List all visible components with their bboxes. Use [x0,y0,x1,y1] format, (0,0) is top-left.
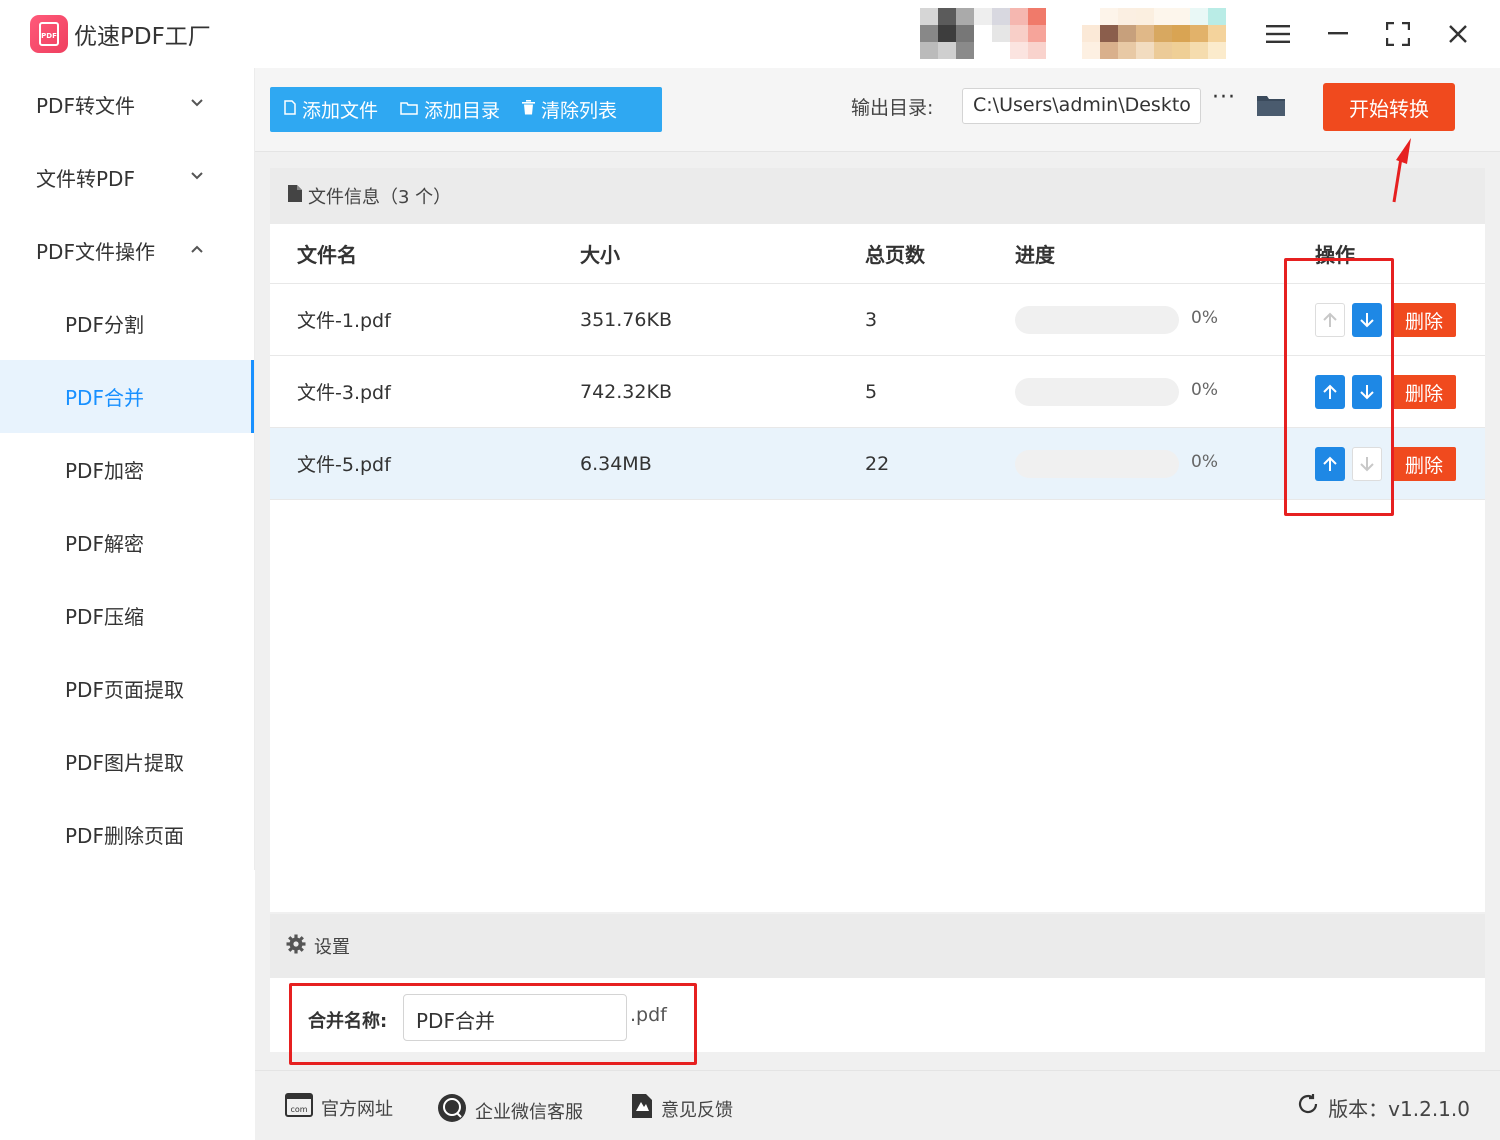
column-header-progress: 进度 [1015,243,1055,267]
column-header-pages: 总页数 [865,243,925,267]
sidebar-item-pdf-encrypt[interactable]: PDF加密 [0,433,254,506]
sidebar-group-pdf-operations[interactable]: PDF文件操作 [0,214,254,287]
start-convert-button[interactable]: 开始转换 [1323,83,1455,131]
file-name: 文件-5.pdf [297,454,391,476]
sidebar-item-pdf-decrypt[interactable]: PDF解密 [0,506,254,579]
output-dir-label: 输出目录: [851,97,934,119]
output-dir-input[interactable]: C:\Users\admin\Deskto [962,88,1201,124]
sidebar-group-label: 文件转PDF [36,167,135,191]
file-icon [284,100,296,119]
feedback-label: 意见反馈 [661,1099,733,1121]
sidebar-group-file-to-pdf[interactable]: 文件转PDF [0,141,254,214]
maximize-icon[interactable] [1378,14,1418,54]
version-info[interactable]: 版本：v1.2.1.0 [1296,1092,1470,1122]
main-content: 添加文件 添加目录 清除列表 输出目录: C:\Users\admin\Desk… [255,68,1500,1070]
file-action-group: 添加文件 添加目录 清除列表 [270,87,662,132]
toolbar: 添加文件 添加目录 清除列表 输出目录: C:\Users\admin\Desk… [255,68,1500,152]
file-pages: 3 [865,308,878,331]
sidebar-item-pdf-page-extract[interactable]: PDF页面提取 [0,652,254,725]
official-website-link[interactable]: com 官方网址 [285,1093,393,1122]
document-icon [288,185,302,207]
close-icon[interactable] [1438,14,1478,54]
version-label: 版本：v1.2.1.0 [1328,1096,1470,1121]
sidebar-item-pdf-delete-pages[interactable]: PDF删除页面 [0,798,254,871]
app-title: 优速PDF工厂 [74,24,211,50]
folder-icon[interactable] [1257,94,1285,116]
add-folder-label: 添加目录 [424,100,501,122]
sidebar-item-pdf-image-extract[interactable]: PDF图片提取 [0,725,254,798]
clear-list-button[interactable]: 清除列表 [522,96,617,123]
settings-title: 设置 [314,937,350,958]
wechat-icon [437,1093,467,1128]
progress-bar [1015,306,1179,334]
add-file-button[interactable]: 添加文件 [284,96,378,123]
highlight-arrow [1392,138,1411,203]
pixelated-avatar[interactable] [920,8,1046,60]
chevron-down-icon [190,165,204,186]
app-logo-icon: PDF [30,15,68,53]
sidebar-item-pdf-merge[interactable]: PDF合并 [0,360,254,433]
file-size: 6.34MB [580,452,652,475]
clear-list-label: 清除列表 [541,100,618,122]
column-header-size: 大小 [580,243,620,267]
website-icon: com [285,1093,313,1122]
sidebar-item-pdf-split[interactable]: PDF分割 [0,287,254,360]
chevron-up-icon [190,238,204,259]
file-info-title: 文件信息（3 个） [308,187,452,208]
delete-button[interactable]: 删除 [1392,303,1456,337]
highlight-box-actions [1284,258,1394,516]
column-header-name: 文件名 [297,243,357,267]
folder-outline-icon [400,100,418,119]
delete-button[interactable]: 删除 [1392,375,1456,409]
menu-icon[interactable] [1258,14,1298,54]
more-options-button[interactable]: ··· [1212,85,1236,110]
progress-bar [1015,450,1179,478]
progress-bar [1015,378,1179,406]
wechat-support-link[interactable]: 企业微信客服 [437,1093,583,1128]
wechat-support-label: 企业微信客服 [475,1101,583,1123]
gear-icon [286,934,306,959]
file-info-header: 文件信息（3 个） [270,168,1485,224]
file-size: 351.76KB [580,308,672,331]
file-pages: 5 [865,380,878,403]
progress-percent: 0% [1191,380,1218,400]
sidebar-item-pdf-compress[interactable]: PDF压缩 [0,579,254,652]
sidebar: PDF转文件 文件转PDF PDF文件操作 PDF分割 PDF合并 PDF加密 … [0,68,255,870]
file-name: 文件-1.pdf [297,310,391,332]
feedback-link[interactable]: 意见反馈 [631,1093,733,1124]
trash-icon [522,100,536,119]
file-name: 文件-3.pdf [297,382,391,404]
settings-header: 设置 [270,914,1485,978]
sidebar-group-label: PDF转文件 [36,94,135,118]
file-size: 742.32KB [580,380,672,403]
pixelated-username [1082,8,1244,60]
sidebar-group-label: PDF文件操作 [36,240,155,264]
delete-button[interactable]: 删除 [1392,447,1456,481]
progress-percent: 0% [1191,308,1218,328]
highlight-box-merge-name [289,983,697,1065]
feedback-icon [631,1093,653,1124]
add-folder-button[interactable]: 添加目录 [400,96,500,123]
refresh-icon [1296,1092,1320,1122]
official-website-label: 官方网址 [321,1098,393,1120]
add-file-label: 添加文件 [302,100,379,122]
chevron-down-icon [190,92,204,113]
footer: com 官方网址 企业微信客服 意见反馈 版本：v1.2.1.0 [255,1070,1500,1140]
file-pages: 22 [865,452,890,475]
svg-text:com: com [290,1105,307,1114]
minimize-icon[interactable] [1318,14,1358,54]
sidebar-group-pdf-to-file[interactable]: PDF转文件 [0,68,254,141]
progress-percent: 0% [1191,452,1218,472]
title-bar: PDF 优速PDF工厂 [0,0,1500,68]
